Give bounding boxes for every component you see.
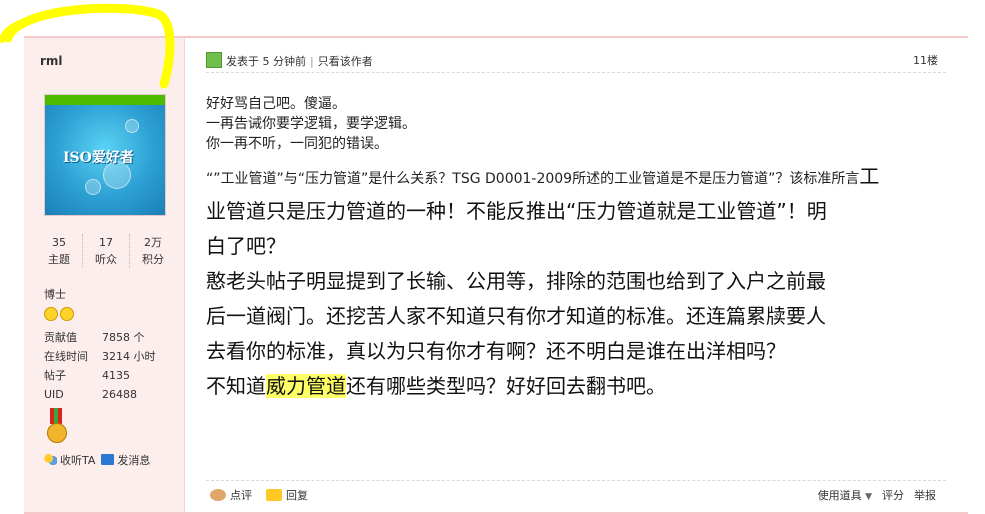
post-header: 发表于 5 分钟前 | 只看该作者 11楼 (206, 52, 946, 73)
footer-left-actions: 点评 回复 (210, 487, 308, 503)
highlighted-text: 威力管道 (266, 374, 346, 398)
stat-topics[interactable]: 35 主题 (36, 234, 82, 268)
online-status-icon (206, 52, 222, 68)
comment-label: 点评 (230, 489, 252, 502)
user-stats: 35 主题 17 听众 2万 积分 (36, 234, 176, 268)
info-value: 4135 (102, 369, 130, 382)
post-body: 好好骂自己吧。傻逼。 一再告诫你要学逻辑，要学逻辑。 你一再不听，一同犯的错误。… (206, 94, 946, 404)
post-line-big: 业管道只是压力管道的一种！不能反推出“压力管道就是工业管道”！明 (206, 199, 827, 223)
smiley-icon (44, 307, 58, 321)
post-line-big: 白了吧？ (206, 234, 286, 258)
stat-value: 35 (52, 236, 66, 249)
listen-button[interactable]: 收听TA (44, 452, 95, 468)
user-rank[interactable]: 博士 (44, 286, 66, 302)
reply-button[interactable]: 回复 (266, 487, 308, 503)
info-row: 在线时间 3214 小时 (44, 347, 156, 366)
post-line: 好好骂自己吧。傻逼。 (206, 96, 346, 112)
user-info: 贡献值 7858 个 在线时间 3214 小时 帖子 4135 UID 2648… (44, 328, 156, 404)
comment-icon (210, 489, 226, 501)
post-text: 不知道 (206, 374, 266, 398)
avatar[interactable]: ISO爱好者 (44, 94, 166, 216)
stat-value: 17 (99, 236, 113, 249)
tools-dropdown[interactable]: 使用道具 ▼ (818, 487, 872, 503)
medal-icon[interactable] (46, 408, 67, 444)
forum-post: rml ISO爱好者 35 主题 17 听众 2万 积分 博士 贡献值 7858… (24, 36, 968, 514)
message-label: 发消息 (117, 454, 151, 467)
info-key: 在线时间 (44, 350, 88, 363)
info-key: 贡献值 (44, 331, 77, 344)
posted-time: 发表于 5 分钟前 (226, 55, 306, 68)
chevron-down-icon: ▼ (865, 492, 872, 502)
post-text: 还有哪些类型吗？好好回去翻书吧。 (346, 374, 666, 398)
only-author-link[interactable]: 只看该作者 (318, 55, 373, 68)
info-key: UID (44, 388, 64, 401)
info-key: 帖子 (44, 369, 66, 382)
avatar-bubble (125, 119, 139, 133)
report-link[interactable]: 举报 (914, 487, 936, 503)
info-value: 7858 个 (102, 331, 145, 344)
smiley-icon (60, 307, 74, 321)
listen-icon (44, 454, 57, 465)
info-value: 3214 小时 (102, 350, 156, 363)
medal-coin (47, 423, 67, 443)
message-button[interactable]: 发消息 (101, 452, 150, 468)
post-content: 发表于 5 分钟前 | 只看该作者 11楼 好好骂自己吧。傻逼。 一再告诫你要学逻辑… (206, 38, 946, 512)
listen-label: 收听TA (60, 454, 96, 467)
post-line-big: 去看你的标准，真以为只有你才有啊？还不明白是谁在出洋相吗？ (206, 339, 786, 363)
username-link[interactable]: rml (40, 54, 63, 68)
avatar-bubble (85, 179, 101, 195)
info-row: UID 26488 (44, 385, 156, 404)
mail-icon (101, 454, 115, 465)
medal-ribbon (50, 408, 62, 424)
avatar-text: ISO爱好者 (63, 150, 134, 166)
avatar-top-bar (45, 95, 165, 105)
post-line-big: 后一道阀门。还挖苦人家不知道只有你才知道的标准。还连篇累牍要人 (206, 304, 826, 328)
author-actions: 收听TA 发消息 (44, 452, 150, 468)
stat-label: 积分 (142, 253, 164, 266)
post-line: 你一再不听，一同犯的错误。 (206, 136, 388, 152)
stat-value: 2万 (144, 236, 162, 249)
stat-label: 听众 (95, 253, 117, 266)
stat-listeners[interactable]: 17 听众 (82, 234, 129, 268)
tools-label: 使用道具 (817, 489, 862, 502)
info-row: 贡献值 7858 个 (44, 328, 156, 347)
post-line-big: 不知道威力管道还有哪些类型吗？好好回去翻书吧。 (206, 369, 946, 404)
info-row: 帖子 4135 (44, 366, 156, 385)
separator: | (310, 55, 314, 68)
info-value: 26488 (102, 388, 137, 401)
post-line: 一再告诫你要学逻辑，要学逻辑。 (206, 116, 416, 132)
stat-points[interactable]: 2万 积分 (129, 234, 176, 268)
comment-button[interactable]: 点评 (210, 487, 252, 503)
post-text-small: “”工业管道”与“压力管道”是什么关系？TSG D0001-2009所述的工业管… (206, 171, 860, 187)
reply-icon (266, 489, 282, 501)
post-line-big: 憨老头帖子明显提到了长输、公用等，排除的范围也给到了入户之前最 (206, 269, 826, 293)
footer-right-actions: 使用道具 ▼ 评分 举报 (818, 487, 936, 503)
rank-stars (44, 306, 76, 325)
reply-label: 回复 (286, 489, 308, 502)
post-text-big: 工 (859, 164, 880, 188)
floor-number[interactable]: 11楼 (913, 52, 938, 68)
rate-link[interactable]: 评分 (882, 487, 904, 503)
stat-label: 主题 (48, 253, 70, 266)
post-footer: 点评 回复 使用道具 ▼ 评分 举报 (206, 480, 946, 507)
author-sidebar: rml ISO爱好者 35 主题 17 听众 2万 积分 博士 贡献值 7858… (24, 38, 185, 512)
post-line-mixed: “”工业管道”与“压力管道”是什么关系？TSG D0001-2009所述的工业管… (206, 158, 946, 194)
